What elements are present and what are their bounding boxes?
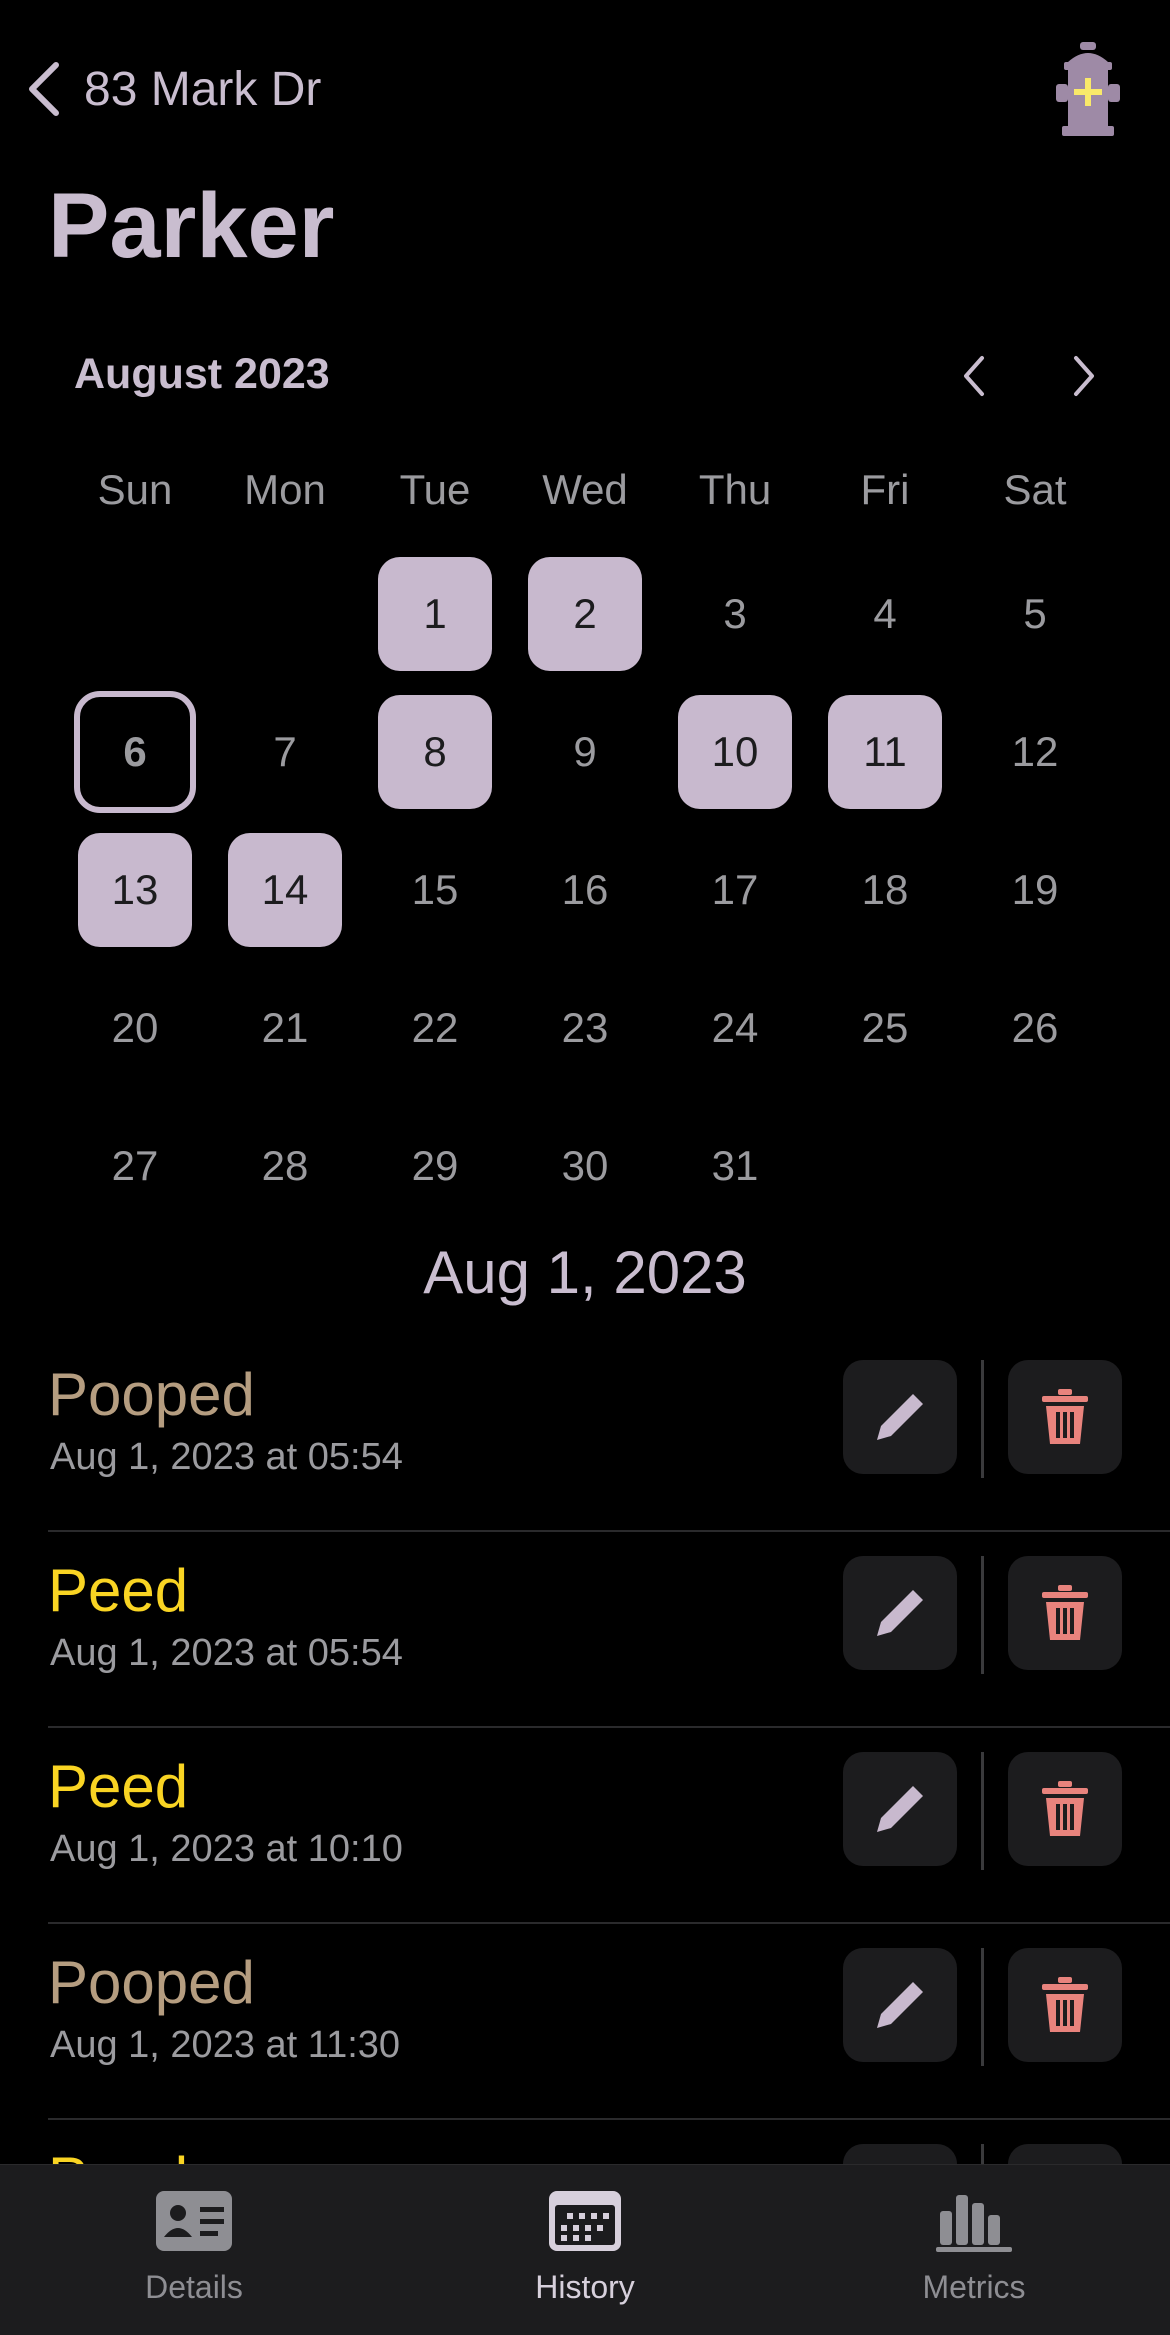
- id-card-icon: [156, 2191, 232, 2251]
- calendar-day[interactable]: 11: [810, 683, 960, 821]
- calendar-day[interactable]: 26: [960, 959, 1110, 1097]
- divider: [981, 1752, 984, 1870]
- month-label: August 2023: [74, 350, 330, 398]
- tab-details[interactable]: Details: [64, 2189, 324, 2306]
- calendar-day[interactable]: 22: [360, 959, 510, 1097]
- weekday-label: Sun: [97, 466, 173, 513]
- fire-hydrant-plus-icon: [1056, 42, 1120, 136]
- calendar-day[interactable]: 23: [510, 959, 660, 1097]
- calendar-day[interactable]: 12: [960, 683, 1110, 821]
- chevron-right-icon: [1074, 356, 1094, 396]
- calendar-day[interactable]: 16: [510, 821, 660, 959]
- edit-button[interactable]: [843, 1360, 957, 1474]
- trash-icon: [1042, 1585, 1088, 1640]
- pencil-icon: [877, 1786, 923, 1832]
- calendar-day[interactable]: 2: [510, 545, 660, 683]
- calendar-day[interactable]: 6: [60, 683, 210, 821]
- divider: [981, 1948, 984, 2066]
- edit-button[interactable]: [843, 1556, 957, 1670]
- entry-title: Pooped: [48, 1361, 255, 1428]
- weekday-label: Thu: [698, 466, 772, 513]
- tab-bar: Details History Metrics: [0, 2164, 1170, 2335]
- chevron-left-icon: [964, 356, 984, 396]
- tab-history[interactable]: History: [455, 2189, 715, 2306]
- calendar-day[interactable]: 18: [810, 821, 960, 959]
- calendar-day[interactable]: 1: [360, 545, 510, 683]
- pencil-icon: [877, 1394, 923, 1440]
- weekday-label: Tue: [399, 466, 471, 513]
- calendar-day[interactable]: 14: [210, 821, 360, 959]
- entry-timestamp: Aug 1, 2023 at 05:54: [50, 1632, 403, 1674]
- back-button[interactable]: 83 Mark Dr: [26, 56, 321, 122]
- edit-button[interactable]: [843, 1752, 957, 1866]
- calendar-day[interactable]: 10: [660, 683, 810, 821]
- delete-button[interactable]: [1008, 1752, 1122, 1866]
- calendar-day[interactable]: 20: [60, 959, 210, 1097]
- calendar-day[interactable]: 7: [210, 683, 360, 821]
- entry-title: Peed: [48, 1753, 189, 1820]
- selected-date-heading: Aug 1, 2023: [423, 1239, 747, 1306]
- calendar-day[interactable]: 27: [60, 1097, 210, 1235]
- bar-chart-icon: [936, 2195, 1012, 2252]
- weekday-label: Mon: [244, 466, 326, 513]
- list-item: Peed Aug 1, 2023 at 10:10: [48, 1728, 1170, 1924]
- weekday-label: Sat: [1003, 466, 1067, 513]
- tab-label: History: [535, 2269, 635, 2305]
- delete-button[interactable]: [1008, 1948, 1122, 2062]
- tab-metrics[interactable]: Metrics: [844, 2189, 1104, 2306]
- tab-label: Details: [145, 2269, 243, 2305]
- calendar-day[interactable]: 9: [510, 683, 660, 821]
- weekday-label: Fri: [860, 466, 910, 513]
- entry-title: Peed: [48, 1557, 189, 1624]
- calendar-day[interactable]: 25: [810, 959, 960, 1097]
- entry-timestamp: Aug 1, 2023 at 11:30: [50, 2024, 401, 2066]
- delete-button[interactable]: [1008, 1556, 1122, 1670]
- divider: [981, 1556, 984, 1674]
- chevron-left-icon: [29, 62, 59, 116]
- trash-icon: [1042, 1977, 1088, 2032]
- page-title: Parker: [48, 175, 335, 277]
- pencil-icon: [877, 1982, 923, 2028]
- entry-timestamp: Aug 1, 2023 at 10:10: [50, 1828, 403, 1870]
- calendar-day[interactable]: 4: [810, 545, 960, 683]
- trash-icon: [1042, 1781, 1088, 1836]
- previous-month-button[interactable]: [950, 352, 998, 400]
- back-label: 83 Mark Dr: [84, 62, 322, 116]
- add-hydrant-button[interactable]: [1052, 40, 1124, 140]
- calendar-day[interactable]: 8: [360, 683, 510, 821]
- calendar-day[interactable]: 28: [210, 1097, 360, 1235]
- calendar-grid: 1 2 3 4 5 6 7 8 9 10 11 12 13 14 15 16 1…: [60, 545, 1110, 1235]
- calendar-day[interactable]: 21: [210, 959, 360, 1097]
- calendar-day[interactable]: 30: [510, 1097, 660, 1235]
- calendar-day[interactable]: 13: [60, 821, 210, 959]
- calendar-day[interactable]: 17: [660, 821, 810, 959]
- weekday-header: Sun Mon Tue Wed Thu Fri Sat: [60, 466, 1110, 514]
- edit-button[interactable]: [843, 1948, 957, 2062]
- calendar-day[interactable]: 19: [960, 821, 1110, 959]
- entry-title: Pooped: [48, 1949, 255, 2016]
- calendar-day[interactable]: 3: [660, 545, 810, 683]
- calendar-day[interactable]: 31: [660, 1097, 810, 1235]
- calendar-day[interactable]: 5: [960, 545, 1110, 683]
- weekday-label: Wed: [542, 466, 628, 513]
- trash-icon: [1042, 1389, 1088, 1444]
- tab-label: Metrics: [922, 2269, 1026, 2305]
- calendar-icon: [549, 2191, 621, 2251]
- calendar-day[interactable]: 24: [660, 959, 810, 1097]
- pencil-icon: [877, 1590, 923, 1636]
- delete-button[interactable]: [1008, 1360, 1122, 1474]
- list-item: Pooped Aug 1, 2023 at 05:54: [48, 1336, 1170, 1532]
- calendar-day[interactable]: 29: [360, 1097, 510, 1235]
- calendar-day[interactable]: 15: [360, 821, 510, 959]
- list-item: Peed Aug 1, 2023 at 05:54: [48, 1532, 1170, 1728]
- next-month-button[interactable]: [1060, 352, 1108, 400]
- list-item: Pooped Aug 1, 2023 at 11:30: [48, 1924, 1170, 2120]
- divider: [981, 1360, 984, 1478]
- entry-timestamp: Aug 1, 2023 at 05:54: [50, 1436, 403, 1478]
